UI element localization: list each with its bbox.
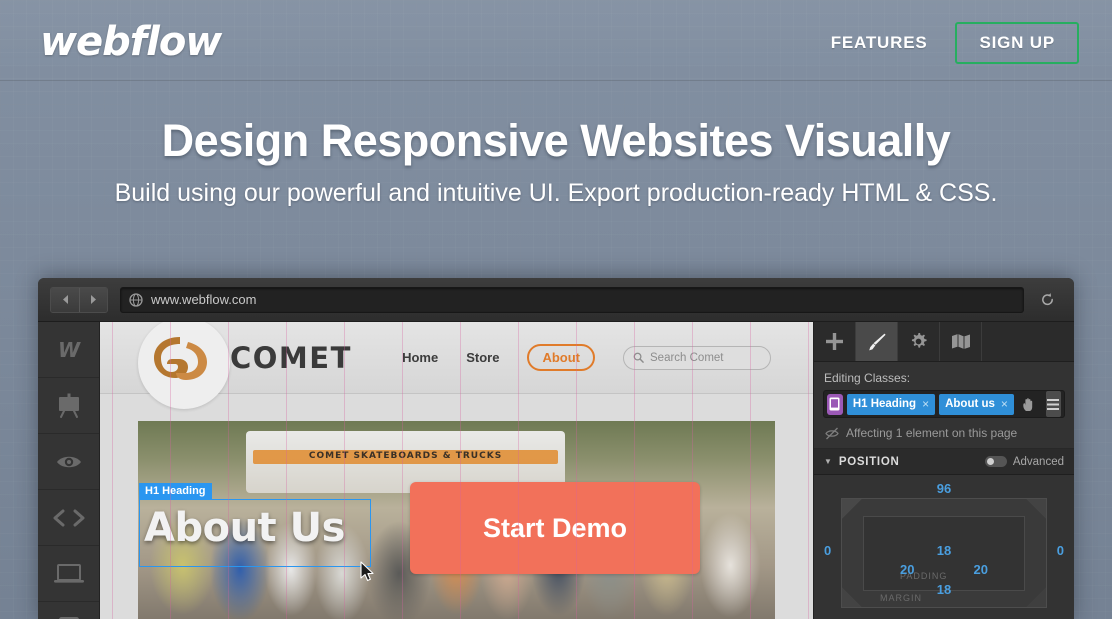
position-section-title: POSITION: [838, 455, 900, 468]
affecting-elements-row: Affecting 1 element on this page: [814, 418, 1074, 449]
editor-right-panel: Editing Classes: H1 Heading × About us ×: [813, 322, 1074, 619]
laptop-icon: [53, 563, 84, 583]
style-tab[interactable]: [856, 322, 898, 361]
page-title: Design Responsive Websites Visually: [161, 115, 951, 166]
hero-subtitle: Build using our powerful and intuitive U…: [114, 179, 998, 207]
browser-window: www.webflow.com W COMET Home Store About…: [38, 278, 1074, 619]
margin-box[interactable]: PADDING MARGIN 18 18 20 20: [841, 498, 1047, 608]
comet-logo[interactable]: COMET: [138, 322, 352, 409]
position-section-header[interactable]: ▼ POSITION Advanced: [814, 449, 1074, 475]
webflow-editor: W COMET Home Store About Search Comet CO…: [38, 322, 1074, 619]
padding-bottom-value[interactable]: 18: [842, 582, 1046, 597]
margin-top-value[interactable]: 96: [814, 481, 1074, 496]
tablet-icon-button[interactable]: [38, 602, 99, 619]
gear-icon: [911, 332, 927, 348]
site-search-placeholder: Search Comet: [650, 351, 724, 364]
editor-canvas[interactable]: COMET Home Store About Search Comet COME…: [100, 322, 813, 619]
affecting-text: Affecting 1 element on this page: [846, 426, 1018, 440]
browser-chrome: www.webflow.com: [38, 278, 1074, 322]
comet-site-header: COMET Home Store About Search Comet: [100, 322, 813, 409]
site-search-box[interactable]: Search Comet: [623, 345, 771, 370]
panel-tab-bar: [814, 322, 1074, 362]
padding-right-value[interactable]: 20: [974, 562, 988, 577]
settings-tab[interactable]: [898, 322, 940, 361]
eye-icon: [56, 456, 81, 467]
start-demo-button[interactable]: Start Demo: [410, 482, 700, 574]
padding-top-value[interactable]: 18: [842, 543, 1046, 558]
class-tag-label: H1 Heading: [852, 398, 917, 410]
navigator-tab[interactable]: [940, 322, 982, 361]
svg-text:W: W: [57, 339, 80, 361]
class-tag-label: About us: [945, 398, 995, 410]
class-tag-remove-icon[interactable]: ×: [922, 397, 929, 411]
search-icon: [633, 352, 644, 363]
margin-left-value[interactable]: 0: [824, 543, 831, 558]
editing-classes-label: Editing Classes:: [824, 371, 911, 385]
forward-button[interactable]: [79, 287, 107, 312]
code-icon-button[interactable]: [38, 490, 99, 546]
nav-actions: FEATURES SIGN UP: [829, 22, 1079, 64]
advanced-toggle[interactable]: [984, 456, 1007, 467]
map-icon: [951, 334, 970, 349]
code-icon: [53, 509, 84, 526]
comet-site-nav: Home Store About Search Comet: [402, 344, 771, 371]
top-navigation-bar: webflow FEATURES SIGN UP: [0, 0, 1112, 81]
plus-icon: [826, 333, 843, 350]
browser-nav-arrows: [50, 286, 108, 313]
comet-wordmark: COMET: [230, 340, 352, 375]
class-tag-h1-heading[interactable]: H1 Heading ×: [846, 393, 936, 415]
box-model-editor: 96 0 0 PADDING MARGIN 18 18 20 20: [814, 479, 1074, 618]
hero-section: Design Responsive Websites Visually Buil…: [0, 115, 1112, 208]
panel-tab-spacer: [982, 322, 1074, 361]
webflow-logo-icon: W: [57, 339, 80, 361]
mouse-cursor-icon: [360, 561, 374, 582]
laptop-icon-button[interactable]: [38, 546, 99, 602]
class-selector-bar: H1 Heading × About us ×: [823, 390, 1065, 418]
site-nav-store[interactable]: Store: [466, 350, 499, 365]
hand-icon[interactable]: [1018, 397, 1040, 412]
hamburger-menu-icon[interactable]: [1045, 391, 1061, 417]
site-nav-about[interactable]: About: [527, 344, 595, 371]
editor-left-toolbar: W: [38, 322, 100, 619]
eye-icon-button[interactable]: [38, 434, 99, 490]
address-bar[interactable]: www.webflow.com: [120, 286, 1024, 313]
webflow-logo-icon-button[interactable]: W: [38, 322, 99, 378]
selection-badge: H1 Heading: [139, 483, 212, 500]
margin-right-value[interactable]: 0: [1057, 543, 1064, 558]
canvas-icon-button[interactable]: [38, 378, 99, 434]
class-tag-about-us[interactable]: About us ×: [939, 393, 1014, 415]
class-tag-remove-icon[interactable]: ×: [1001, 397, 1008, 411]
sign-up-button[interactable]: SIGN UP: [955, 22, 1079, 64]
features-link[interactable]: FEATURES: [829, 25, 930, 61]
padding-left-value[interactable]: 20: [900, 562, 914, 577]
about-us-heading[interactable]: About Us: [144, 505, 345, 551]
canvas-icon: [58, 393, 79, 418]
site-nav-home[interactable]: Home: [402, 350, 438, 365]
eye-off-icon: [825, 427, 839, 439]
advanced-label: Advanced: [1012, 455, 1064, 468]
paintbrush-icon: [868, 333, 886, 350]
reload-button[interactable]: [1032, 287, 1062, 313]
url-text: www.webflow.com: [151, 292, 257, 307]
hero-photo-block[interactable]: COMET SKATEBOARDS & TRUCKS H1 Heading Ab…: [138, 421, 775, 619]
back-button[interactable]: [51, 287, 79, 312]
comet-swirl-icon: [154, 336, 207, 380]
photo-bus-text: COMET SKATEBOARDS & TRUCKS: [308, 450, 503, 461]
add-element-tab[interactable]: [814, 322, 856, 361]
globe-icon: [129, 292, 143, 307]
mobile-device-icon[interactable]: [827, 393, 843, 415]
chevron-down-icon[interactable]: ▼: [824, 457, 832, 466]
webflow-logo[interactable]: webflow: [40, 19, 222, 65]
